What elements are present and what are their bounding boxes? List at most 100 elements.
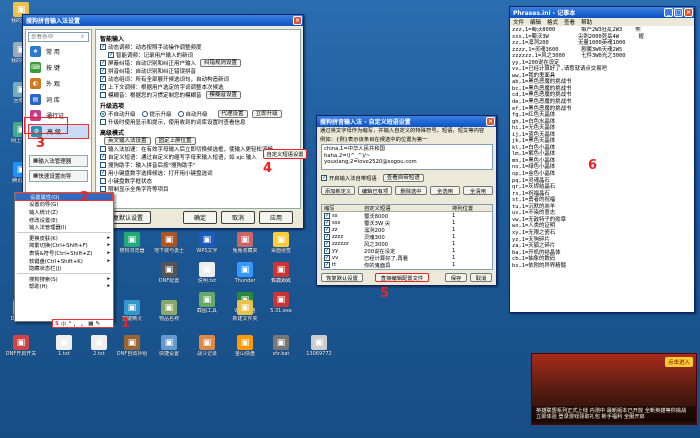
context-menu-item[interactable]: 输入法管理器(I) — [15, 223, 113, 231]
desktop-icon[interactable]: ▣ 5.31.exe — [262, 292, 300, 314]
ok-button[interactable]: 确定 — [183, 211, 217, 224]
desktop-icon[interactable]: ▣ 桌面便签 — [262, 232, 300, 254]
advanced-option-checkbox[interactable] — [100, 162, 106, 168]
advanced-option-checkbox[interactable]: ✓ — [100, 154, 106, 160]
desktop-icon[interactable]: ▣ sfz.bat — [262, 335, 300, 357]
smart-option-checkbox[interactable]: ✓ — [100, 76, 106, 82]
desktop-icon[interactable]: ▣ 13069772 — [300, 335, 338, 357]
phrase-titlebar[interactable]: 搜狗拼音输入法 - 自定义短语设置 × — [317, 116, 496, 127]
ime-bar-item-0[interactable]: ° — [68, 321, 71, 327]
game-ad-badge[interactable]: 点击进入 — [664, 357, 693, 367]
edit-phrase-button[interactable]: 编辑已有项 — [358, 186, 392, 195]
phrase-cancel-button[interactable]: 取消 — [470, 273, 492, 282]
advanced-option-checkbox[interactable]: ✓ — [100, 170, 106, 176]
clear-all-button[interactable]: 全清用 — [463, 186, 493, 195]
smart-option-checkbox[interactable]: ✓ — [100, 60, 106, 66]
upgrade-radio[interactable] — [141, 111, 148, 117]
notepad-menu-item[interactable]: 文件 — [513, 18, 524, 26]
desktop-icon[interactable]: ▣ 搜狗浏览器 — [113, 232, 151, 254]
notepad-menu-item[interactable]: 编辑 — [530, 18, 541, 26]
fixed-position-button[interactable]: 固定上屏位置 — [154, 137, 196, 145]
notepad-menu-item[interactable]: 帮助 — [581, 18, 592, 26]
upgrade-button[interactable]: 立即升级 — [251, 110, 282, 118]
sidebar-item[interactable]: ◐ 外 观 — [28, 76, 89, 91]
context-menu-item[interactable]: 更换皮肤(K) — [15, 234, 113, 242]
notepad-titlebar[interactable]: Phrases.ini - 记事本 _ □ × — [510, 7, 694, 18]
context-menu-item[interactable]: 搜狗搜索(S) — [15, 275, 113, 283]
correction-rules-button[interactable]: 纠错规则设置 — [200, 59, 242, 67]
context-menu-item[interactable]: 简繁切换(Ctrl+Shift+F) — [15, 242, 113, 249]
desktop-icon[interactable]: ▣ 新建文件夹 — [226, 300, 264, 322]
context-menu-item[interactable]: 设置属性(O) — [15, 193, 113, 201]
close-icon[interactable]: × — [293, 16, 302, 25]
row-checkbox[interactable]: ✓ — [324, 226, 330, 233]
row-checkbox[interactable]: ✓ — [324, 240, 330, 247]
fuzzy-sound-button[interactable]: 模糊音设置 — [205, 91, 242, 99]
upgrade-button[interactable]: 代理设置 — [217, 110, 248, 118]
context-menu-item[interactable]: 修改设置(E) — [15, 216, 113, 224]
minimize-icon[interactable]: _ — [664, 8, 673, 17]
desktop-icon[interactable]: ▣ 6.2.exe — [262, 262, 300, 284]
context-menu-item[interactable]: 输入统计(Z) — [15, 208, 113, 216]
desktop-icon[interactable]: ▣ DNF开启开关 — [2, 335, 40, 357]
softkeyboard-icon[interactable]: ▦ — [88, 321, 93, 327]
context-menu-item[interactable]: 隐藏状态栏(J) — [15, 264, 113, 272]
context-menu-item[interactable]: 软键盘(Ctrl+Shift+K) — [15, 257, 113, 265]
notepad-menu-item[interactable]: 格式 — [547, 18, 558, 26]
desktop-icon[interactable]: ▣ 说明.txt — [188, 262, 226, 284]
sidebar-item[interactable]: ⌨ 按 键 — [28, 60, 89, 75]
smart-option-checkbox[interactable]: ✓ — [100, 84, 106, 90]
notepad-text-area[interactable]: zzz,1=蜀沃8000 嫉严2W3狂乱2W3 熊 sss,1=蜀沃3W 尖刺20… — [511, 27, 693, 311]
maximize-icon[interactable]: □ — [674, 8, 683, 17]
smart-option-checkbox[interactable]: ✓ — [108, 52, 114, 58]
ime-bar-item-1[interactable]: ， — [73, 320, 79, 328]
builtin-phrase-checkbox[interactable]: ✓ — [321, 175, 327, 181]
sidebar-item[interactable]: ▤ 词 库 — [28, 92, 89, 107]
view-builtin-phrases-button[interactable]: 查看自带短语 — [382, 174, 424, 182]
desktop-icon[interactable]: ▣ DNF配置 — [150, 262, 188, 284]
phrase-example-textarea[interactable]: china,1=中华人民共和国 haha,2=\(^_^)/~ youxiang,2… — [321, 144, 493, 170]
phrase-restore-defaults-button[interactable]: 恢复默认设置 — [321, 273, 363, 282]
context-menu-item[interactable]: 帮助(H) — [15, 283, 113, 290]
context-menu-item[interactable]: 设置向导(G) — [15, 201, 113, 208]
add-phrase-button[interactable]: 添加新定义 — [321, 186, 355, 195]
upgrade-radio[interactable] — [177, 111, 184, 117]
advanced-option-checkbox[interactable] — [100, 178, 106, 184]
desktop-icon[interactable]: ▣ 按键精灵 — [113, 300, 151, 322]
notepad-menu-item[interactable]: 查看 — [564, 18, 575, 26]
smart-option-checkbox[interactable]: ✓ — [100, 68, 106, 74]
nav-tool-button[interactable]: ▦ 快速设置向导 — [29, 170, 88, 182]
ime-bar-item-2[interactable]: 。 — [81, 320, 87, 328]
phrase-save-button[interactable]: 保存 — [445, 273, 467, 282]
upgrade-note-checkbox[interactable] — [100, 119, 106, 125]
sidebar-item[interactable]: ★ 常 用 — [28, 44, 89, 59]
smart-option-checkbox[interactable]: ✓ — [100, 44, 106, 50]
row-checkbox[interactable]: ✓ — [324, 219, 330, 226]
smart-option-checkbox[interactable] — [100, 92, 106, 98]
settings-search-input[interactable] — [31, 34, 81, 40]
nav-tool-button[interactable]: ▦ 输入法管理器 — [29, 155, 88, 167]
custom-phrase-settings-button[interactable]: 自定义短语设置 — [263, 149, 307, 159]
game-ad-popup[interactable]: 点击进入 英雄联盟系列正式上线 内测中 最新版本已开放 全新英雄等你挑战 立即体… — [531, 353, 697, 425]
col-position[interactable]: 排列位置 — [452, 205, 492, 212]
settings-titlebar[interactable]: 搜狗拼音输入法设置 × — [23, 15, 303, 26]
ime-mode-toggle[interactable]: 中 — [61, 320, 67, 328]
desktop-icon[interactable]: ▣ 地下城与勇士 — [150, 232, 188, 254]
desktop-icon[interactable]: ▣ 快捷设置 — [150, 335, 188, 357]
desktop-icon[interactable]: ▣ DNF自动补给 — [113, 335, 151, 357]
apply-button[interactable]: 应用 — [259, 211, 293, 224]
desktop-icon[interactable]: ▣ 金山快盘 — [226, 335, 264, 357]
cancel-button[interactable]: 取消 — [221, 211, 255, 224]
sogou-logo-icon[interactable]: S — [55, 321, 59, 327]
desktop-icon[interactable]: ▣ 1.txt — [45, 335, 83, 357]
settings-search[interactable]: ⌕ — [28, 32, 89, 42]
desktop-icon[interactable]: ▣ 截图工具 — [188, 292, 226, 314]
select-all-button[interactable]: 全选用 — [430, 186, 460, 195]
row-checkbox[interactable]: ✓ — [324, 233, 330, 240]
ime-status-bar[interactable]: S 中 ° ， 。 ▦ ✎ — [52, 319, 114, 328]
desktop-icon[interactable]: ▣ Thunder — [226, 262, 264, 284]
search-icon[interactable]: ⌕ — [81, 34, 84, 41]
table-row[interactable]: ✓ tt 你的鬼面具 1 — [322, 261, 492, 269]
desktop-icon[interactable]: ▣ 物品名称 — [150, 300, 188, 322]
row-checkbox[interactable]: ✓ — [324, 261, 330, 268]
